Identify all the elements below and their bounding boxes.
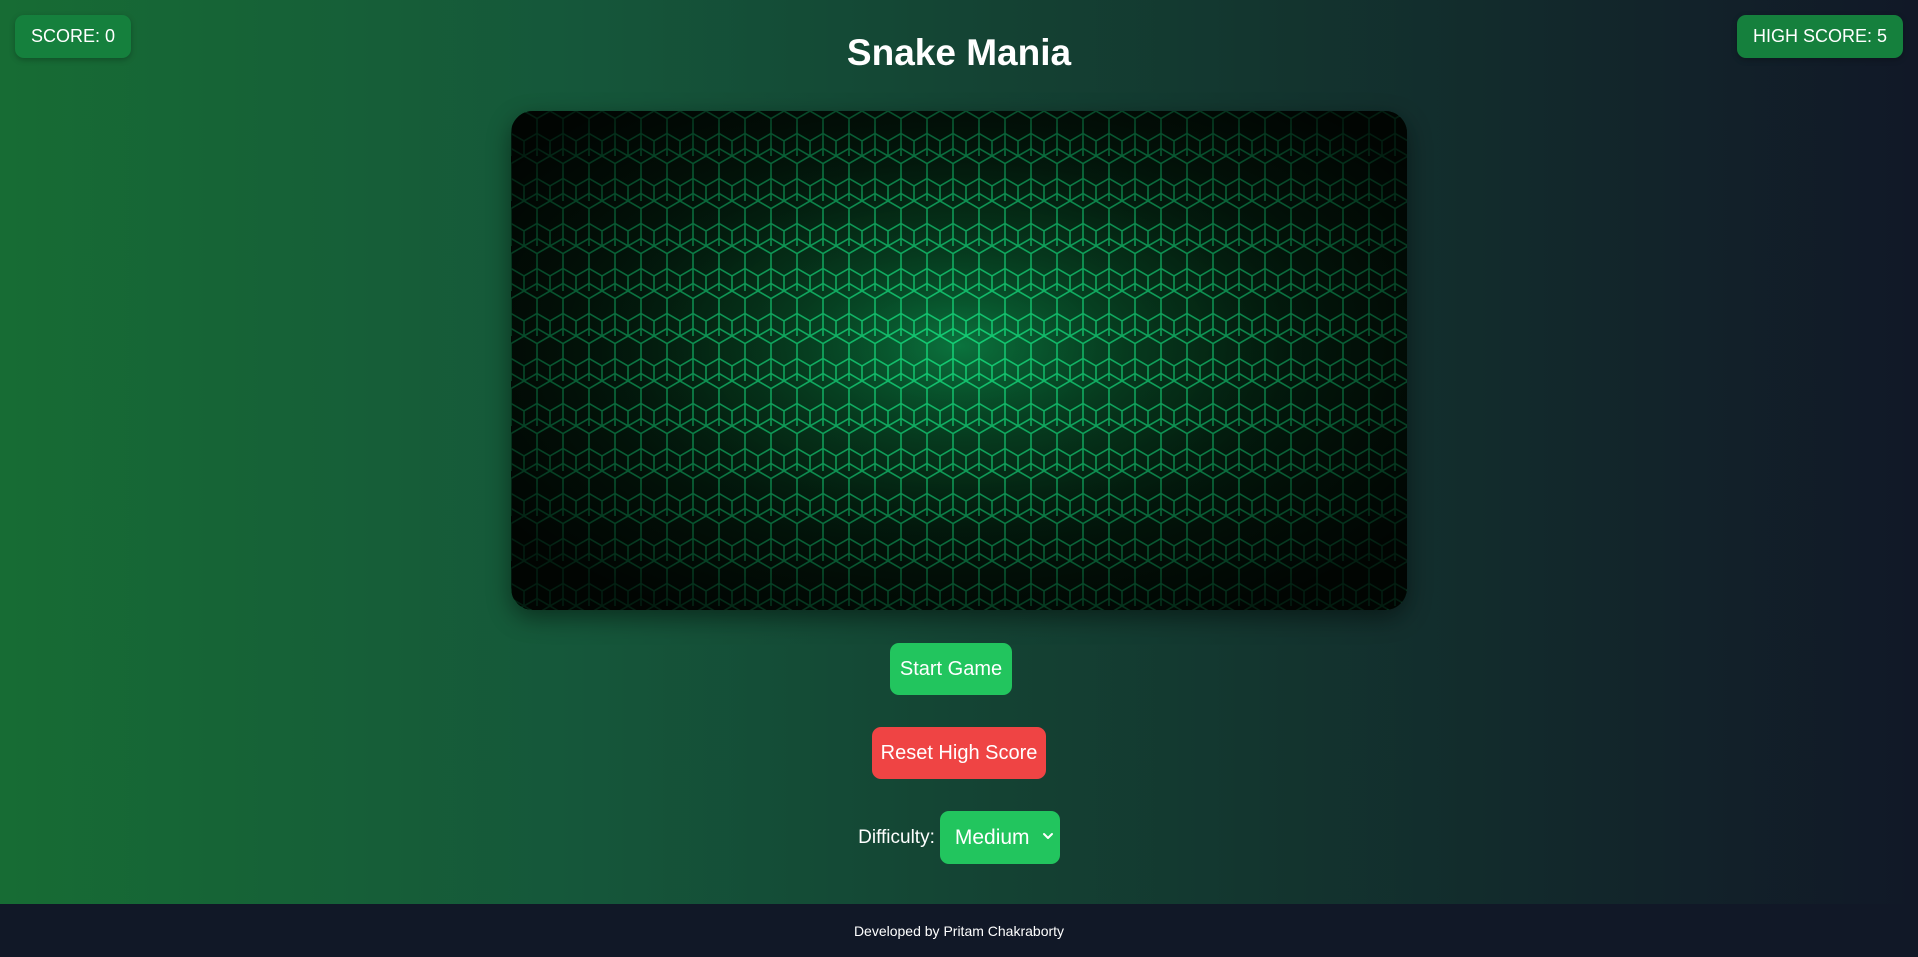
difficulty-label: Difficulty:	[858, 826, 935, 848]
high-score-text: HIGH SCORE: 5	[1752, 26, 1887, 46]
chevron-down-icon	[1042, 833, 1053, 839]
difficulty-selected-value: Medium	[954, 825, 1030, 849]
reset-high-score-button[interactable]: Reset High Score	[872, 727, 1046, 779]
high-score-badge: HIGH SCORE: 5	[1736, 15, 1903, 58]
footer-credit: Developed by Pritam Chakraborty	[853, 922, 1065, 939]
hexagon-grid-background	[511, 111, 1407, 610]
game-board[interactable]	[511, 111, 1407, 610]
page-title: Snake Mania	[846, 32, 1072, 73]
difficulty-select[interactable]: Medium	[939, 811, 1060, 864]
start-game-button[interactable]: Start Game	[890, 643, 1012, 695]
difficulty-row: Difficulty: Medium	[0, 811, 1918, 864]
footer: Developed by Pritam Chakraborty	[0, 904, 1918, 957]
